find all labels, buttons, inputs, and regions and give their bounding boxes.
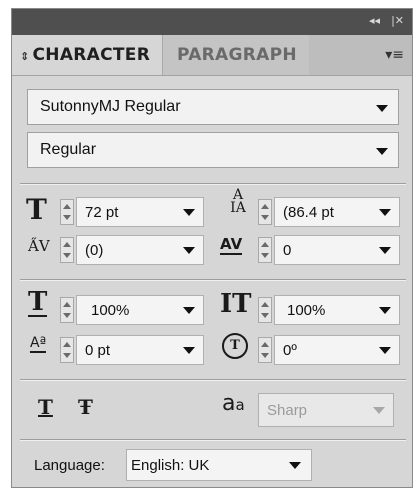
font-family-value: SutonnyMJ Regular bbox=[40, 98, 181, 115]
language-value: English: UK bbox=[131, 457, 210, 474]
font-style-select[interactable]: Regular bbox=[27, 132, 399, 168]
divider bbox=[20, 279, 406, 281]
rotation-value: 0º bbox=[283, 342, 297, 359]
vertical-scale-stepper[interactable] bbox=[258, 297, 272, 323]
tracking-stepper[interactable] bbox=[258, 237, 272, 263]
rotation-stepper[interactable] bbox=[258, 337, 272, 363]
tracking-icon: AV bbox=[220, 235, 243, 255]
vertical-scale-icon: IT bbox=[220, 289, 252, 319]
panel-menu-icon[interactable]: ▾≡ bbox=[385, 47, 404, 63]
panel-tabs: ⇕ CHARACTER PARAGRAPH ▾≡ bbox=[12, 35, 412, 76]
kerning-stepper[interactable] bbox=[60, 237, 74, 263]
tab-character[interactable]: ⇕ CHARACTER bbox=[12, 35, 162, 75]
language-label: Language: bbox=[34, 457, 105, 474]
horizontal-scale-value: 100% bbox=[91, 302, 130, 319]
chevron-down-icon bbox=[379, 209, 391, 216]
kerning-value: (0) bbox=[85, 242, 104, 259]
font-style-value: Regular bbox=[40, 141, 97, 158]
chevron-down-icon bbox=[379, 307, 391, 314]
baseline-shift-input[interactable]: 0 pt bbox=[76, 335, 204, 365]
rotation-input[interactable]: 0º bbox=[274, 335, 400, 365]
tab-paragraph[interactable]: PARAGRAPH bbox=[162, 35, 309, 75]
font-size-value: 72 pt bbox=[85, 204, 119, 221]
font-size-stepper[interactable] bbox=[60, 199, 74, 225]
chevron-down-icon bbox=[373, 407, 385, 414]
leading-input[interactable]: (86.4 pt bbox=[274, 197, 400, 227]
chevron-down-icon bbox=[183, 247, 195, 254]
character-panel: ◂◂ |✕ ⇕ CHARACTER PARAGRAPH ▾≡ SutonnyMJ … bbox=[11, 8, 413, 488]
leading-icon: A IA bbox=[230, 187, 246, 216]
chevron-down-icon bbox=[376, 105, 388, 112]
baseline-shift-icon: Aª bbox=[30, 335, 47, 353]
updown-icon: ⇕ bbox=[20, 50, 30, 63]
divider bbox=[20, 183, 406, 185]
collapse-icon[interactable]: ◂◂ bbox=[369, 14, 380, 27]
chevron-down-icon bbox=[376, 148, 388, 155]
tab-character-label: CHARACTER bbox=[32, 45, 151, 65]
chevron-down-icon bbox=[379, 247, 391, 254]
font-family-select[interactable]: SutonnyMJ Regular bbox=[27, 89, 399, 125]
font-size-input[interactable]: 72 pt bbox=[76, 197, 204, 227]
kerning-input[interactable]: (0) bbox=[76, 235, 204, 265]
strikethrough-icon[interactable]: Ŧ bbox=[78, 395, 93, 419]
chevron-down-icon bbox=[183, 209, 195, 216]
baseline-shift-stepper[interactable] bbox=[60, 337, 74, 363]
horizontal-scale-input[interactable]: 100% bbox=[76, 295, 204, 325]
horizontal-scale-stepper[interactable] bbox=[60, 297, 74, 323]
vertical-scale-value: 100% bbox=[287, 302, 326, 319]
chevron-down-icon bbox=[379, 347, 391, 354]
tracking-value: 0 bbox=[283, 242, 292, 259]
anti-aliasing-icon: aa bbox=[222, 391, 245, 416]
divider bbox=[20, 379, 406, 381]
leading-stepper[interactable] bbox=[258, 199, 272, 225]
underline-icon[interactable]: T bbox=[38, 395, 53, 419]
chevron-down-icon bbox=[289, 462, 301, 469]
language-select[interactable]: English: UK bbox=[126, 449, 312, 481]
rotation-icon: T bbox=[222, 333, 248, 359]
kerning-icon: A̋V bbox=[28, 237, 50, 255]
anti-aliasing-value: Sharp bbox=[267, 402, 308, 419]
divider bbox=[20, 439, 406, 441]
leading-value: (86.4 pt bbox=[283, 204, 334, 221]
chevron-down-icon bbox=[183, 307, 195, 314]
tracking-input[interactable]: 0 bbox=[274, 235, 400, 265]
close-icon[interactable]: |✕ bbox=[391, 14, 404, 27]
horizontal-scale-icon: T bbox=[28, 287, 48, 317]
panel-titlebar: ◂◂ |✕ bbox=[12, 9, 412, 35]
anti-aliasing-select[interactable]: Sharp bbox=[258, 393, 394, 427]
baseline-shift-value: 0 pt bbox=[85, 342, 111, 359]
font-size-icon: T bbox=[26, 193, 47, 226]
vertical-scale-input[interactable]: 100% bbox=[274, 295, 400, 325]
tab-paragraph-label: PARAGRAPH bbox=[177, 45, 297, 65]
chevron-down-icon bbox=[183, 347, 195, 354]
